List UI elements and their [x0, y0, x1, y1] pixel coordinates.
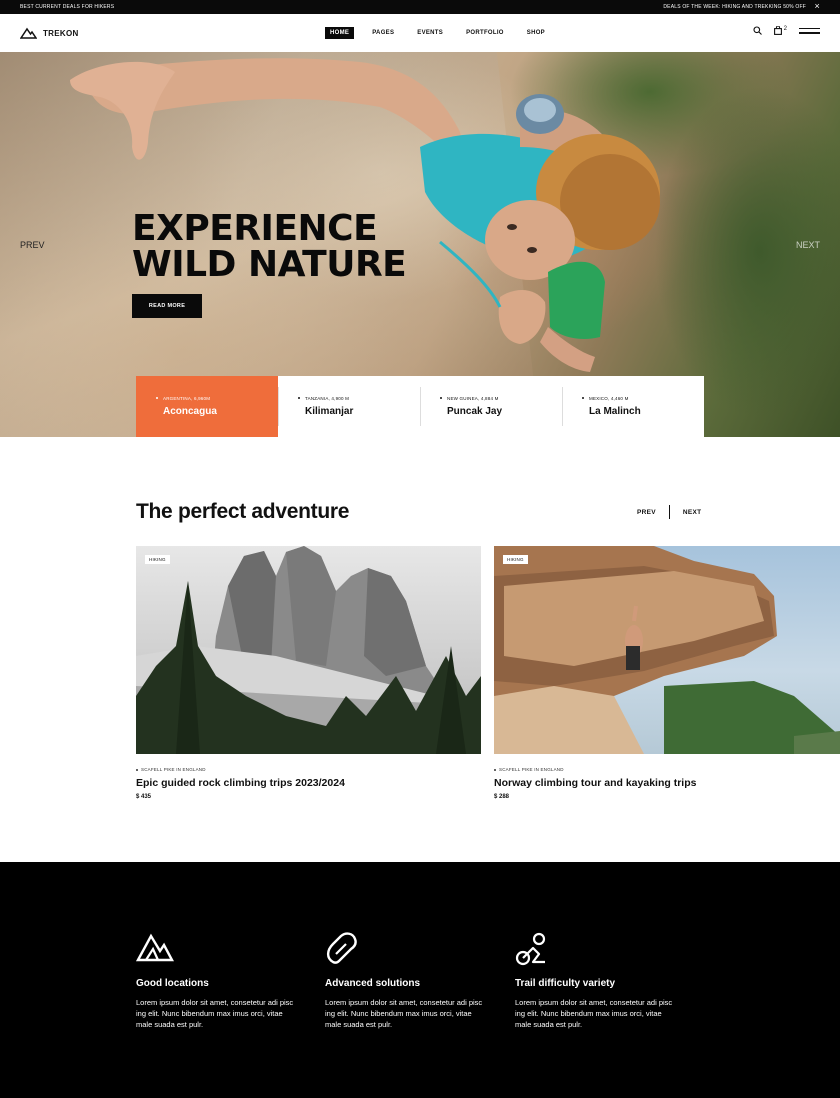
site-header: TREKON HOME PAGES EVENTS PORTFOLIO SHOP …	[0, 14, 840, 52]
peak-item-aconcagua[interactable]: ARGENTINA, 6,960M Aconcagua	[136, 376, 278, 437]
hero-slider: PREV NEXT EXPERIENCE WILD NATURE READ MO…	[0, 52, 840, 437]
peak-item-la-malinche[interactable]: MEXICO, 4,460 M La Malinch	[562, 376, 704, 437]
mountain-photo	[136, 546, 481, 754]
promo-right-text[interactable]: DEALS OF THE WEEK: HIKING AND TREKKING 5…	[663, 4, 806, 10]
feature-title: Good locations	[136, 978, 209, 989]
hero-title-line-2: WILD NATURE	[132, 244, 407, 285]
mountain-icon	[136, 932, 296, 966]
peak-name: Kilimanjar	[305, 406, 354, 417]
carabiner-icon	[325, 932, 485, 966]
climbing-photo	[494, 546, 840, 754]
category-tag[interactable]: HIKING	[503, 555, 528, 564]
tour-card: HIKING SCAFELL PIKE IN ENGLAND Norway cl…	[494, 546, 840, 800]
feature-title: Trail difficulty variety	[515, 978, 616, 989]
tour-title[interactable]: Epic guided rock climbing trips 2023/202…	[136, 777, 481, 789]
cart-count: 2	[783, 26, 787, 32]
hamburger-menu-icon[interactable]	[799, 27, 820, 34]
hero-prev-button[interactable]: PREV	[20, 240, 45, 250]
peak-location: NEW GUINEA, 4,884 M	[440, 396, 499, 401]
peak-name: Aconcagua	[163, 406, 217, 417]
logo-text: TREKON	[43, 28, 79, 38]
hero-next-button[interactable]: NEXT	[796, 240, 820, 250]
peak-name: La Malinch	[589, 406, 641, 417]
peak-name: Puncak Jay	[447, 406, 503, 417]
hero-title-line-1: EXPERIENCE	[132, 208, 378, 249]
close-icon[interactable]: ×	[815, 1, 820, 12]
hero-title: EXPERIENCE WILD NATURE	[132, 208, 407, 285]
header-actions: 2	[753, 26, 820, 35]
features-section: Good locations Lorem ipsum dolor sit ame…	[0, 862, 840, 1098]
nav-portfolio[interactable]: PORTFOLIO	[461, 27, 509, 39]
cart-button[interactable]: 2	[773, 26, 787, 35]
nav-shop[interactable]: SHOP	[522, 27, 550, 39]
peak-item-kilimanjaro[interactable]: TANZANIA, 4,900 M Kilimanjar	[278, 376, 420, 437]
tour-title[interactable]: Norway climbing tour and kayaking trips	[494, 777, 840, 789]
nav-pages[interactable]: PAGES	[367, 27, 399, 39]
feature-text: Lorem ipsum dolor sit amet, consetetur a…	[136, 998, 294, 1029]
feature-good-locations: Good locations Lorem ipsum dolor sit ame…	[136, 932, 296, 1030]
trail-icon	[515, 932, 675, 966]
peak-location: TANZANIA, 4,900 M	[297, 396, 350, 401]
search-icon[interactable]	[753, 26, 762, 35]
nav-home[interactable]: HOME	[325, 27, 355, 39]
tour-price: $ 288	[494, 794, 510, 800]
shopping-bag-icon	[773, 26, 782, 35]
tour-location: SCAFELL PIKE IN ENGLAND	[494, 767, 840, 772]
category-tag[interactable]: HIKING	[145, 555, 170, 564]
feature-advanced-solutions: Advanced solutions Lorem ipsum dolor sit…	[325, 932, 485, 1030]
feature-text: Lorem ipsum dolor sit amet, consetetur a…	[325, 998, 483, 1029]
nav-events[interactable]: EVENTS	[412, 27, 448, 39]
tour-card: HIKING SCAFELL PIKE IN ENGLAND Epic guid…	[136, 546, 481, 800]
feature-title: Advanced solutions	[325, 978, 421, 989]
carousel-prev-button[interactable]: PREV	[637, 509, 656, 516]
peak-location: ARGENTINA, 6,960M	[155, 396, 211, 401]
section-title: The perfect adventure	[136, 500, 350, 523]
promo-topbar: BEST CURRENT DEALS FOR HIKERS DEALS OF T…	[0, 0, 840, 14]
promo-left-text: BEST CURRENT DEALS FOR HIKERS	[20, 4, 115, 10]
tour-image-rock-climber[interactable]: HIKING	[494, 546, 840, 754]
carousel-nav: PREV NEXT	[637, 505, 701, 519]
feature-text: Lorem ipsum dolor sit amet, consetetur a…	[515, 998, 673, 1029]
tour-price: $ 435	[136, 794, 152, 800]
read-more-button[interactable]: READ MORE	[132, 294, 202, 318]
peak-selector: ARGENTINA, 6,960M Aconcagua TANZANIA, 4,…	[136, 376, 704, 437]
tour-location: SCAFELL PIKE IN ENGLAND	[136, 767, 481, 772]
main-nav: HOME PAGES EVENTS PORTFOLIO SHOP	[325, 27, 563, 39]
mountain-logo-icon	[20, 27, 37, 39]
logo[interactable]: TREKON	[20, 26, 79, 40]
feature-trail-difficulty: Trail difficulty variety Lorem ipsum dol…	[515, 932, 675, 1030]
peak-location: MEXICO, 4,460 M	[582, 396, 629, 401]
tour-image-dolomites[interactable]: HIKING	[136, 546, 481, 754]
carousel-next-button[interactable]: NEXT	[683, 509, 702, 516]
peak-item-puncak-jaya[interactable]: NEW GUINEA, 4,884 M Puncak Jay	[420, 376, 562, 437]
divider	[668, 505, 670, 519]
